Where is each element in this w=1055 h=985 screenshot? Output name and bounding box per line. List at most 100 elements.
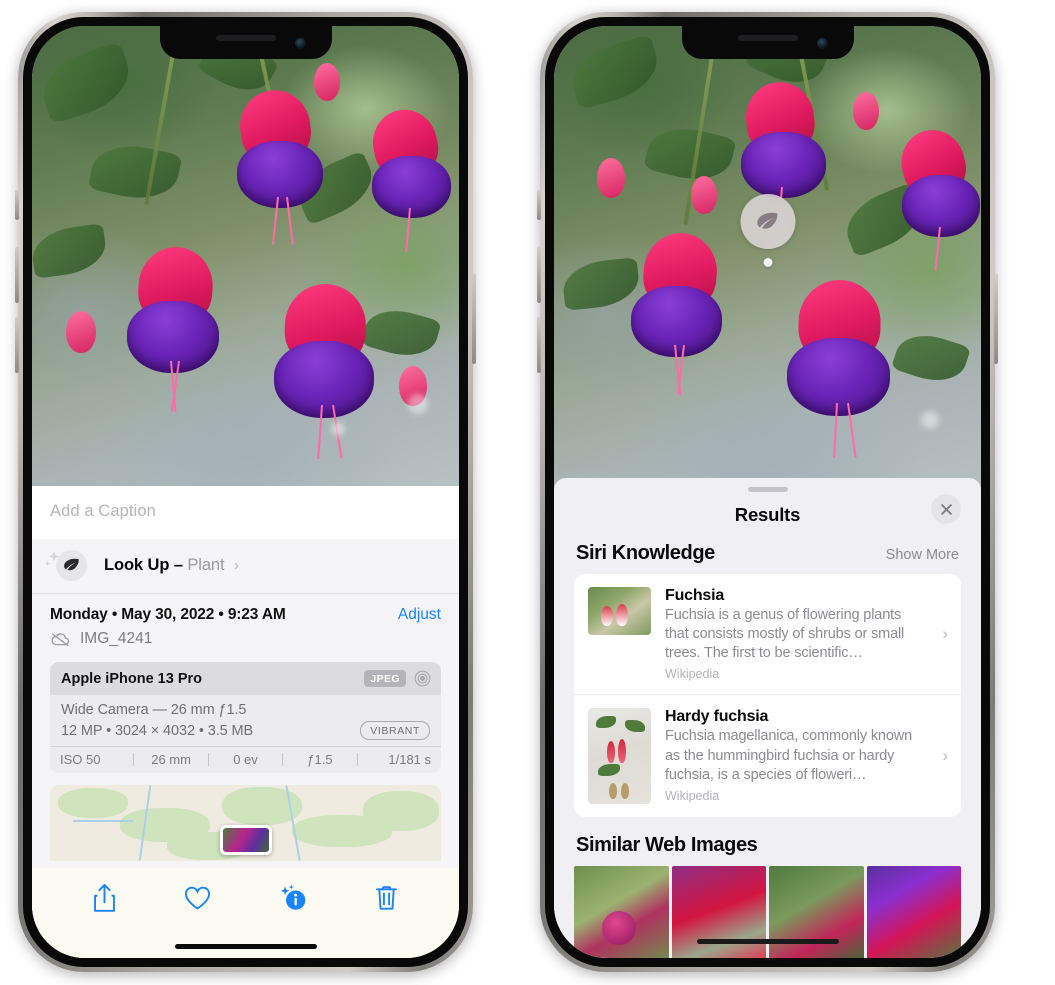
chevron-right-icon: ›	[942, 624, 948, 644]
fuchsia-flower	[887, 123, 981, 271]
location-map[interactable]	[50, 785, 441, 861]
exif-aperture: ƒ1.5	[307, 752, 333, 767]
notch	[681, 26, 854, 59]
look-up-label: Look Up – Plant ›	[104, 556, 239, 575]
file-name: IMG_4241	[80, 630, 153, 647]
cloud-slash-icon	[51, 632, 70, 646]
photo-viewer-right[interactable]	[554, 26, 981, 496]
mute-switch[interactable]	[15, 190, 19, 220]
photographic-style-badge: VIBRANT	[360, 721, 430, 740]
left-phone-device: Add a Caption Look Up – Plant › Monday •…	[15, 12, 476, 972]
trash-icon[interactable]	[373, 882, 400, 914]
show-more-button[interactable]: Show More	[886, 547, 959, 563]
siri-knowledge-title: Siri Knowledge	[576, 542, 715, 564]
earpiece-speaker	[737, 35, 798, 41]
knowledge-text: Hardy fuchsia Fuchsia magellanica, commo…	[665, 708, 947, 802]
left-phone-bezel: Add a Caption Look Up – Plant › Monday •…	[23, 17, 468, 967]
exif-settings-row: ISO 50 26 mm 0 ev ƒ1.5 1/181 s	[50, 746, 441, 773]
power-button[interactable]	[994, 274, 998, 364]
share-icon[interactable]	[91, 882, 118, 914]
flower-bud	[66, 311, 97, 354]
volume-down-button[interactable]	[15, 317, 19, 373]
notch	[159, 26, 332, 59]
exif-header: Apple iPhone 13 Pro JPEG	[50, 662, 441, 695]
similar-image-thumb[interactable]	[574, 866, 669, 958]
power-button[interactable]	[472, 274, 476, 364]
results-title: Results	[734, 504, 801, 525]
camera-model: Apple iPhone 13 Pro	[61, 670, 202, 687]
file-format-badge: JPEG	[364, 670, 406, 687]
exif-card: Apple iPhone 13 Pro JPEG Wide Camera — 2…	[50, 662, 441, 773]
results-sheet: Results Siri Knowledge Show More Fuchsia…	[554, 478, 981, 958]
flower-bud	[852, 91, 879, 130]
volume-up-button[interactable]	[537, 247, 541, 303]
bokeh-highlight	[407, 394, 428, 414]
knowledge-title: Fuchsia	[665, 587, 725, 604]
results-header: Results	[554, 492, 981, 540]
exif-exposure: 0 ev	[233, 752, 258, 767]
flower-bud	[313, 62, 340, 101]
look-up-row[interactable]: Look Up – Plant ›	[32, 539, 459, 594]
map-photo-pin[interactable]	[219, 824, 272, 855]
fuchsia-flower	[109, 244, 237, 412]
knowledge-source: Wikipedia	[665, 667, 720, 682]
adjust-button[interactable]: Adjust	[398, 606, 441, 624]
similar-web-images-strip[interactable]	[554, 866, 981, 958]
knowledge-thumbnail	[588, 587, 651, 635]
home-indicator[interactable]	[174, 944, 317, 949]
right-phone-device: Results Siri Knowledge Show More Fuchsia…	[537, 12, 998, 972]
look-up-text: Look Up	[104, 556, 170, 574]
image-dimensions: 12 MP • 3024 × 4032 • 3.5 MB	[61, 722, 254, 739]
knowledge-title: Hardy fuchsia	[665, 708, 769, 726]
fuchsia-flower	[357, 103, 459, 252]
lens-info: Wide Camera — 26 mm ƒ1.5	[61, 702, 247, 718]
flower-bud	[690, 176, 717, 215]
caption-input[interactable]: Add a Caption	[32, 486, 459, 539]
exif-body: Wide Camera — 26 mm ƒ1.5 12 MP • 3024 × …	[50, 695, 441, 746]
home-indicator[interactable]	[696, 939, 839, 944]
look-up-subject: Plant	[187, 556, 225, 574]
left-phone-screen: Add a Caption Look Up – Plant › Monday •…	[32, 26, 459, 958]
chevron-right-icon: ›	[233, 557, 239, 574]
metadata-block: Monday • May 30, 2022 • 9:23 AM Adjust I…	[32, 594, 459, 654]
knowledge-row[interactable]: Fuchsia Fuchsia is a genus of flowering …	[574, 574, 961, 694]
front-camera-icon	[816, 38, 828, 49]
mute-switch[interactable]	[537, 190, 541, 220]
fuchsia-flower	[254, 282, 394, 460]
siri-knowledge-header: Siri Knowledge Show More	[554, 540, 981, 574]
visual-lookup-anchor-dot	[763, 258, 772, 267]
fuchsia-flower	[768, 279, 910, 458]
fuchsia-flower	[220, 86, 340, 245]
chevron-right-icon: ›	[942, 746, 948, 766]
knowledge-text: Fuchsia Fuchsia is a genus of flowering …	[665, 587, 947, 681]
exif-shutter: 1/181 s	[388, 752, 432, 767]
visual-lookup-badge[interactable]	[740, 194, 795, 267]
volume-up-button[interactable]	[15, 247, 19, 303]
front-camera-icon	[294, 38, 306, 49]
photo-info-sheet: Add a Caption Look Up – Plant › Monday •…	[32, 486, 459, 958]
fuchsia-flower	[614, 229, 740, 396]
knowledge-description: Fuchsia is a genus of flowering plants t…	[665, 607, 905, 662]
visual-lookup-circle[interactable]	[740, 194, 795, 249]
info-sparkle-icon[interactable]	[278, 882, 308, 914]
volume-down-button[interactable]	[537, 317, 541, 373]
similar-image-thumb[interactable]	[866, 866, 961, 958]
knowledge-description: Fuchsia magellanica, commonly known as t…	[665, 728, 912, 783]
similar-image-thumb[interactable]	[671, 866, 766, 958]
leaf-icon	[757, 212, 778, 229]
exif-iso: ISO 50	[60, 752, 101, 767]
aperture-icon	[414, 670, 431, 687]
siri-knowledge-card-list: Fuchsia Fuchsia is a genus of flowering …	[574, 574, 961, 818]
earpiece-speaker	[215, 35, 276, 41]
knowledge-row[interactable]: Hardy fuchsia Fuchsia magellanica, commo…	[574, 694, 961, 817]
flower-bud	[596, 157, 625, 198]
right-phone-bezel: Results Siri Knowledge Show More Fuchsia…	[545, 17, 990, 967]
bokeh-highlight	[330, 421, 345, 436]
similar-image-thumb[interactable]	[769, 866, 864, 958]
close-button[interactable]	[931, 494, 961, 524]
similar-web-images-title: Similar Web Images	[576, 834, 758, 857]
photo-viewer-left[interactable]	[32, 26, 459, 486]
exif-focal: 26 mm	[151, 752, 191, 767]
heart-icon[interactable]	[183, 882, 212, 914]
close-icon	[940, 503, 952, 515]
